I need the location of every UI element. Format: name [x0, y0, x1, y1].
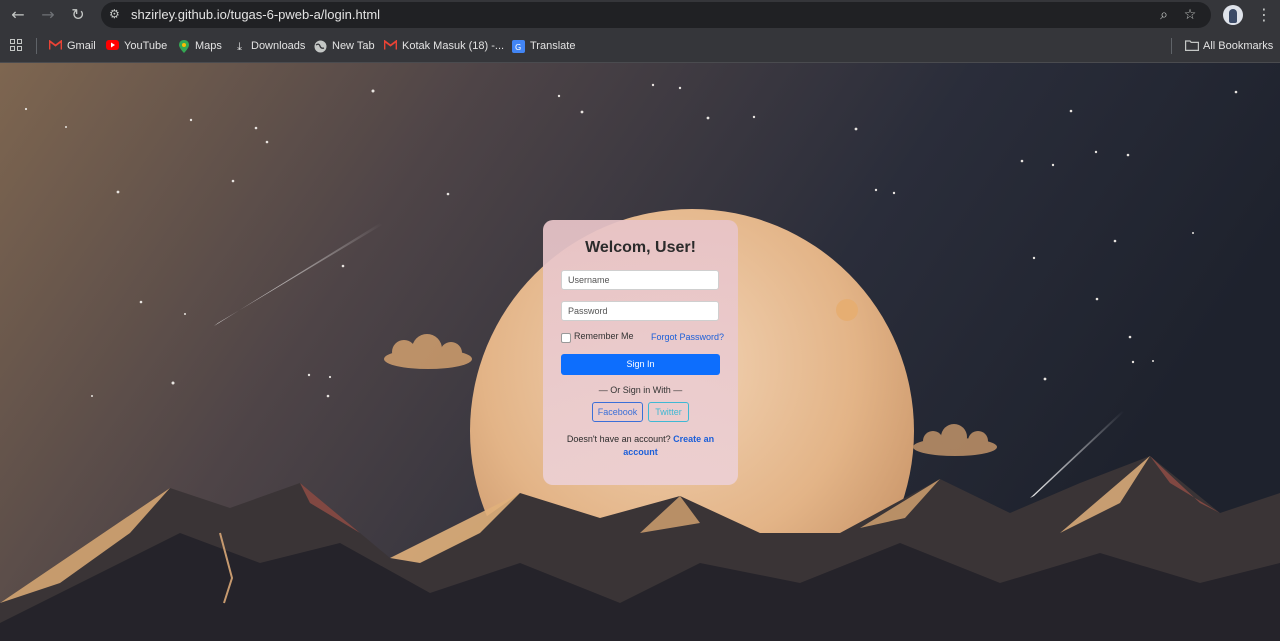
maps-icon: [177, 39, 190, 53]
bookmark-maps[interactable]: Maps: [177, 38, 222, 54]
address-bar[interactable]: ⚙ shzirley.github.io/tugas-6-pweb-a/logi…: [101, 2, 1211, 28]
profile-avatar[interactable]: [1223, 5, 1243, 25]
reload-icon[interactable]: ↻: [67, 4, 89, 26]
login-title: Welcom, User!: [585, 239, 696, 256]
svg-text:G: G: [515, 43, 521, 52]
username-input[interactable]: [561, 270, 719, 290]
download-icon: ⤓: [237, 39, 242, 53]
background-illustration: Welcom, User! Remember Me Forgot Passwor…: [0, 63, 1280, 641]
no-account-text: Doesn't have an account?: [566, 434, 671, 444]
folder-icon: [1185, 39, 1199, 53]
site-settings-icon[interactable]: ⚙: [109, 7, 123, 21]
back-icon[interactable]: ←: [7, 4, 29, 26]
moon-crater: [836, 299, 858, 321]
bookmark-star-icon[interactable]: ☆: [1181, 6, 1199, 24]
bookmark-kotak-masuk[interactable]: Kotak Masuk (18) -...: [383, 38, 504, 54]
remember-me-label: Remember Me: [574, 331, 634, 341]
youtube-icon: [106, 39, 119, 53]
divider: [1171, 38, 1172, 54]
bookmark-gmail[interactable]: Gmail: [48, 38, 96, 54]
facebook-button[interactable]: Facebook: [592, 402, 643, 422]
gmail-icon: [48, 38, 63, 53]
menu-icon[interactable]: ⋮: [1256, 5, 1272, 25]
gmail-icon: [383, 38, 398, 53]
globe-icon: [314, 40, 327, 53]
apps-grid-icon[interactable]: [10, 39, 23, 52]
bookmark-new-tab[interactable]: New Tab: [314, 38, 375, 54]
twitter-button[interactable]: Twitter: [648, 402, 689, 422]
sign-in-button[interactable]: Sign In: [561, 354, 720, 375]
translate-icon: G: [512, 39, 525, 53]
all-bookmarks[interactable]: All Bookmarks: [1185, 38, 1273, 54]
forgot-password-link[interactable]: Forgot Password?: [651, 332, 724, 342]
forward-icon[interactable]: →: [37, 4, 59, 26]
social-divider-label: — Or Sign in With —: [598, 385, 683, 395]
login-card: Welcom, User! Remember Me Forgot Passwor…: [543, 220, 738, 485]
bookmark-youtube[interactable]: YouTube: [106, 38, 167, 54]
bookmark-translate[interactable]: G Translate: [512, 38, 575, 54]
remember-me-checkbox[interactable]: [561, 333, 571, 343]
bookmark-downloads[interactable]: ⤓ Downloads: [233, 38, 305, 54]
zoom-icon[interactable]: ⌕: [1155, 6, 1173, 24]
bookmarks-bar: Gmail YouTube Maps ⤓ Downloads New Tab K…: [0, 30, 1280, 63]
password-input[interactable]: [561, 301, 719, 321]
signup-prompt: Doesn't have an account? Create an accou…: [561, 433, 720, 459]
browser-toolbar: ← → ↻ ⚙ shzirley.github.io/tugas-6-pweb-…: [0, 0, 1280, 30]
url-text[interactable]: shzirley.github.io/tugas-6-pweb-a/login.…: [131, 7, 380, 22]
divider: [36, 38, 37, 54]
